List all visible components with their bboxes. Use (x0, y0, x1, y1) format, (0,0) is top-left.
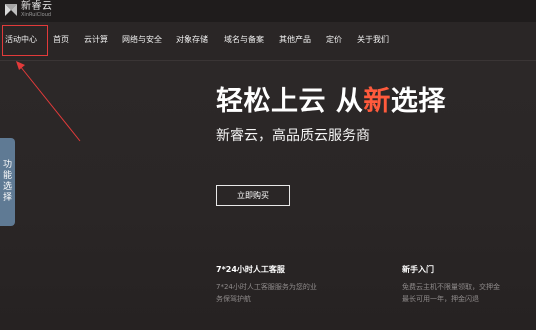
nav-item-object-storage[interactable]: 对象存储 (176, 34, 208, 45)
feature-title: 新手入门 (402, 265, 434, 274)
main-nav: 活动中心 首页 云计算 网络与安全 对象存储 域名与备案 其他产品 定价 关于我… (0, 22, 536, 61)
nav-item-cloud-computing[interactable]: 云计算 (84, 34, 108, 45)
logo[interactable]: 新睿云 XinRuiCloud (4, 2, 53, 18)
headline-accent: 新 (363, 86, 391, 117)
feature-description: 7*24小时人工客服服务为您的业 务保驾护航 (216, 281, 317, 305)
headline-part1: 轻松上云 从 (216, 86, 364, 117)
feature-desc-line: 最长可用一年，押金闪退 (402, 295, 479, 303)
feature-customer-service[interactable]: 7*24小时人工客服 7*24小时人工客服服务为您的业 务保驾护航 (216, 264, 317, 305)
function-select-label: 功能选择 (2, 160, 12, 203)
nav-item-network-security[interactable]: 网络与安全 (122, 34, 162, 45)
buy-now-button[interactable]: 立即购买 (216, 185, 290, 206)
feature-description: 免费云主机不限量领取，交押金 最长可用一年，押金闪退 (402, 281, 500, 305)
function-select-tab[interactable]: 功能选择 (0, 138, 15, 226)
nav-item-domain-filing[interactable]: 域名与备案 (224, 34, 264, 45)
logo-subtitle: XinRuiCloud (21, 12, 52, 18)
feature-desc-line: 务保驾护航 (216, 295, 251, 303)
logo-text: 新睿云 XinRuiCloud (21, 2, 53, 18)
feature-beginner-guide[interactable]: 新手入门 免费云主机不限量领取，交押金 最长可用一年，押金闪退 (402, 264, 500, 305)
hero-subheading: 新睿云，高品质云服务商 (216, 128, 370, 144)
headline-part2: 选择 (390, 86, 446, 117)
nav-item-other-products[interactable]: 其他产品 (279, 34, 311, 45)
feature-desc-line: 7*24小时人工客服服务为您的业 (216, 283, 317, 291)
logo-name: 新睿云 (21, 1, 53, 12)
feature-desc-line: 免费云主机不限量领取，交押金 (402, 283, 500, 291)
top-header: 新睿云 XinRuiCloud (0, 0, 536, 22)
nav-item-home[interactable]: 首页 (53, 34, 69, 45)
hero-headline: 轻松上云 从新选择 (216, 79, 446, 118)
annotation-highlight-box (2, 25, 48, 56)
feature-title: 7*24小时人工客服 (216, 265, 285, 274)
nav-item-about-us[interactable]: 关于我们 (357, 34, 389, 45)
nav-item-pricing[interactable]: 定价 (326, 34, 342, 45)
logo-icon (5, 4, 17, 16)
